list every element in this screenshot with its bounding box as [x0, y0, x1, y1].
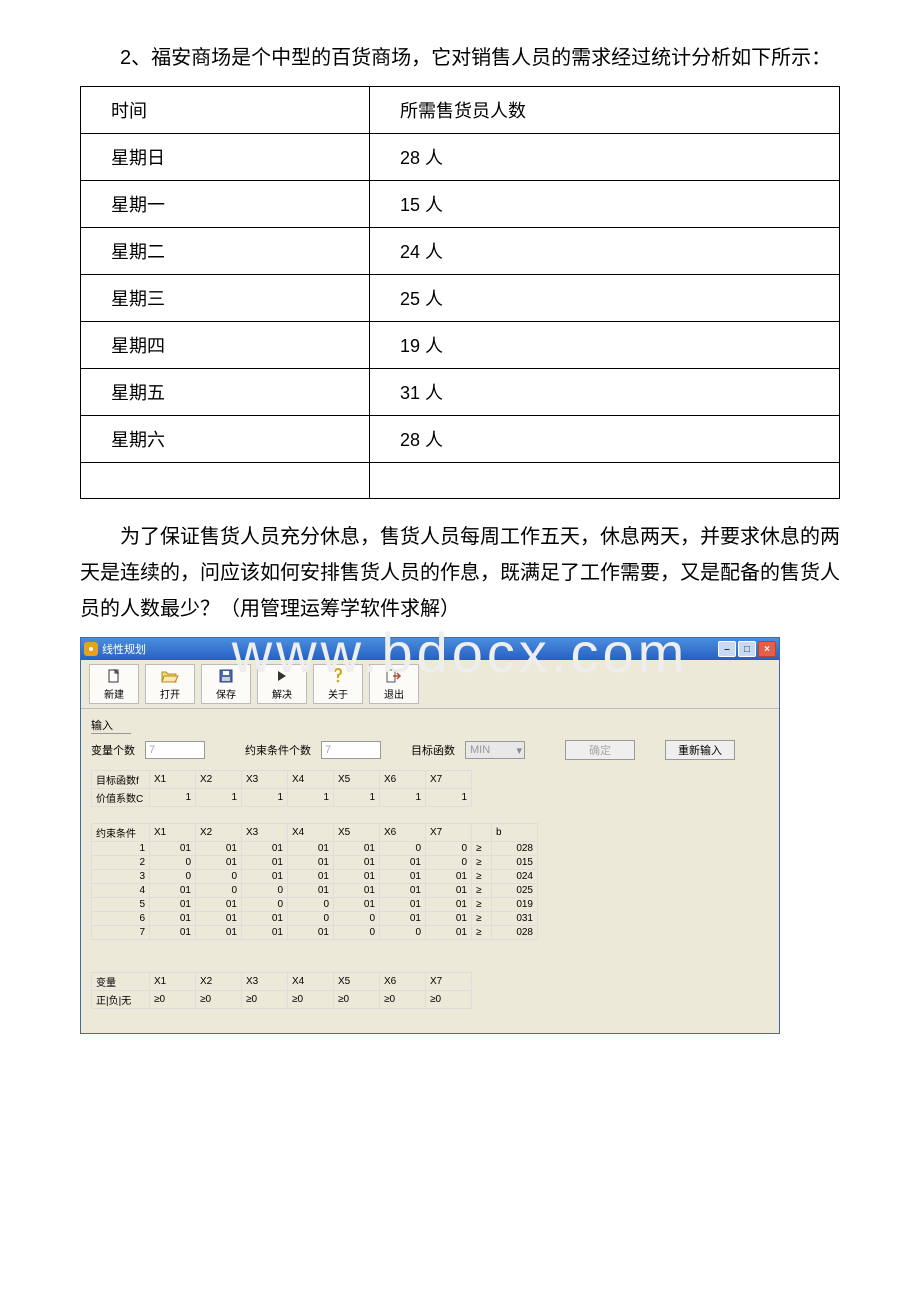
table-row-empty	[81, 463, 840, 499]
objective-grid: 目标函数f X1 X2 X3 X4 X5 X6 X7 价值系数C 1 1 1	[91, 770, 769, 807]
exit-icon	[385, 668, 403, 684]
lp-solver-window: 线性规划 – □ × 新建 打开	[80, 637, 780, 1034]
input-panel: 输入 变量个数 7 约束条件个数 7 目标函数 MIN ▾ 确定 重新输入	[81, 708, 779, 1033]
constraint-count-input[interactable]: 7	[321, 741, 381, 759]
input-section-label: 输入	[91, 717, 131, 734]
save-disk-icon	[217, 668, 235, 684]
constraint-row: 3000101010101≥024	[92, 870, 538, 884]
constraint-count-label: 约束条件个数	[245, 742, 311, 758]
table-row: 星期一15 人	[81, 181, 840, 228]
new-file-icon	[105, 668, 123, 684]
window-title: 线性规划	[102, 641, 146, 657]
constraints-label: 约束条件	[92, 824, 150, 842]
constraint-row: 6010101000101≥031	[92, 912, 538, 926]
open-button[interactable]: 打开	[145, 664, 195, 704]
b-label: b	[492, 824, 538, 842]
constraint-row: 2001010101010≥015	[92, 856, 538, 870]
open-folder-icon	[161, 668, 179, 684]
reenter-button[interactable]: 重新输入	[665, 740, 735, 760]
about-button[interactable]: 关于	[313, 664, 363, 704]
restore-button[interactable]: □	[738, 641, 756, 657]
var-count-label: 变量个数	[91, 742, 135, 758]
confirm-button[interactable]: 确定	[565, 740, 635, 760]
titlebar[interactable]: 线性规划 – □ ×	[81, 638, 779, 660]
obj-row-label: 目标函数f	[92, 771, 150, 789]
minimize-button[interactable]: –	[718, 641, 736, 657]
constraint-row: 7010101010001≥028	[92, 926, 538, 940]
variable-section-label: 变量	[92, 973, 150, 991]
toolbar: 新建 打开 保存 解决	[81, 660, 779, 708]
problem-body: 为了保证售货人员充分休息，售货人员每周工作五天，休息两天，并要求休息的两天是连续…	[80, 519, 840, 627]
new-button[interactable]: 新建	[89, 664, 139, 704]
table-row: 星期日28 人	[81, 134, 840, 181]
problem-intro: 2、福安商场是个中型的百货商场，它对销售人员的需求经过统计分析如下所示：	[80, 40, 840, 76]
table-row: 星期四19 人	[81, 322, 840, 369]
app-icon	[84, 642, 98, 656]
header-count: 所需售货员人数	[370, 87, 840, 134]
constraint-row: 5010100010101≥019	[92, 898, 538, 912]
var-count-input[interactable]: 7	[145, 741, 205, 759]
objective-type-select[interactable]: MIN ▾	[465, 741, 525, 759]
chevron-down-icon: ▾	[516, 744, 522, 757]
solve-button[interactable]: 解决	[257, 664, 307, 704]
requirements-table: 时间 所需售货员人数 星期日28 人 星期一15 人 星期二24 人 星期三25…	[80, 86, 840, 499]
help-icon	[329, 668, 347, 684]
objective-label: 目标函数	[411, 742, 455, 758]
table-row: 星期五31 人	[81, 369, 840, 416]
sign-row-label: 正|负|无	[92, 991, 150, 1009]
table-header-row: 时间 所需售货员人数	[81, 87, 840, 134]
coef-row-label: 价值系数C	[92, 789, 150, 807]
save-button[interactable]: 保存	[201, 664, 251, 704]
exit-button[interactable]: 退出	[369, 664, 419, 704]
table-row: 星期二24 人	[81, 228, 840, 275]
constraint-row: 4010001010101≥025	[92, 884, 538, 898]
play-icon	[273, 668, 291, 684]
close-button[interactable]: ×	[758, 641, 776, 657]
table-row: 星期三25 人	[81, 275, 840, 322]
constraints-grid: 约束条件 X1 X2 X3 X4 X5 X6 X7 b 101010101010…	[91, 823, 769, 940]
variable-sign-grid: 变量 X1 X2 X3 X4 X5 X6 X7 正|负|无 ≥0 ≥0 ≥0	[91, 972, 769, 1009]
header-time: 时间	[81, 87, 370, 134]
constraint-row: 1010101010100≥028	[92, 842, 538, 856]
table-row: 星期六28 人	[81, 416, 840, 463]
